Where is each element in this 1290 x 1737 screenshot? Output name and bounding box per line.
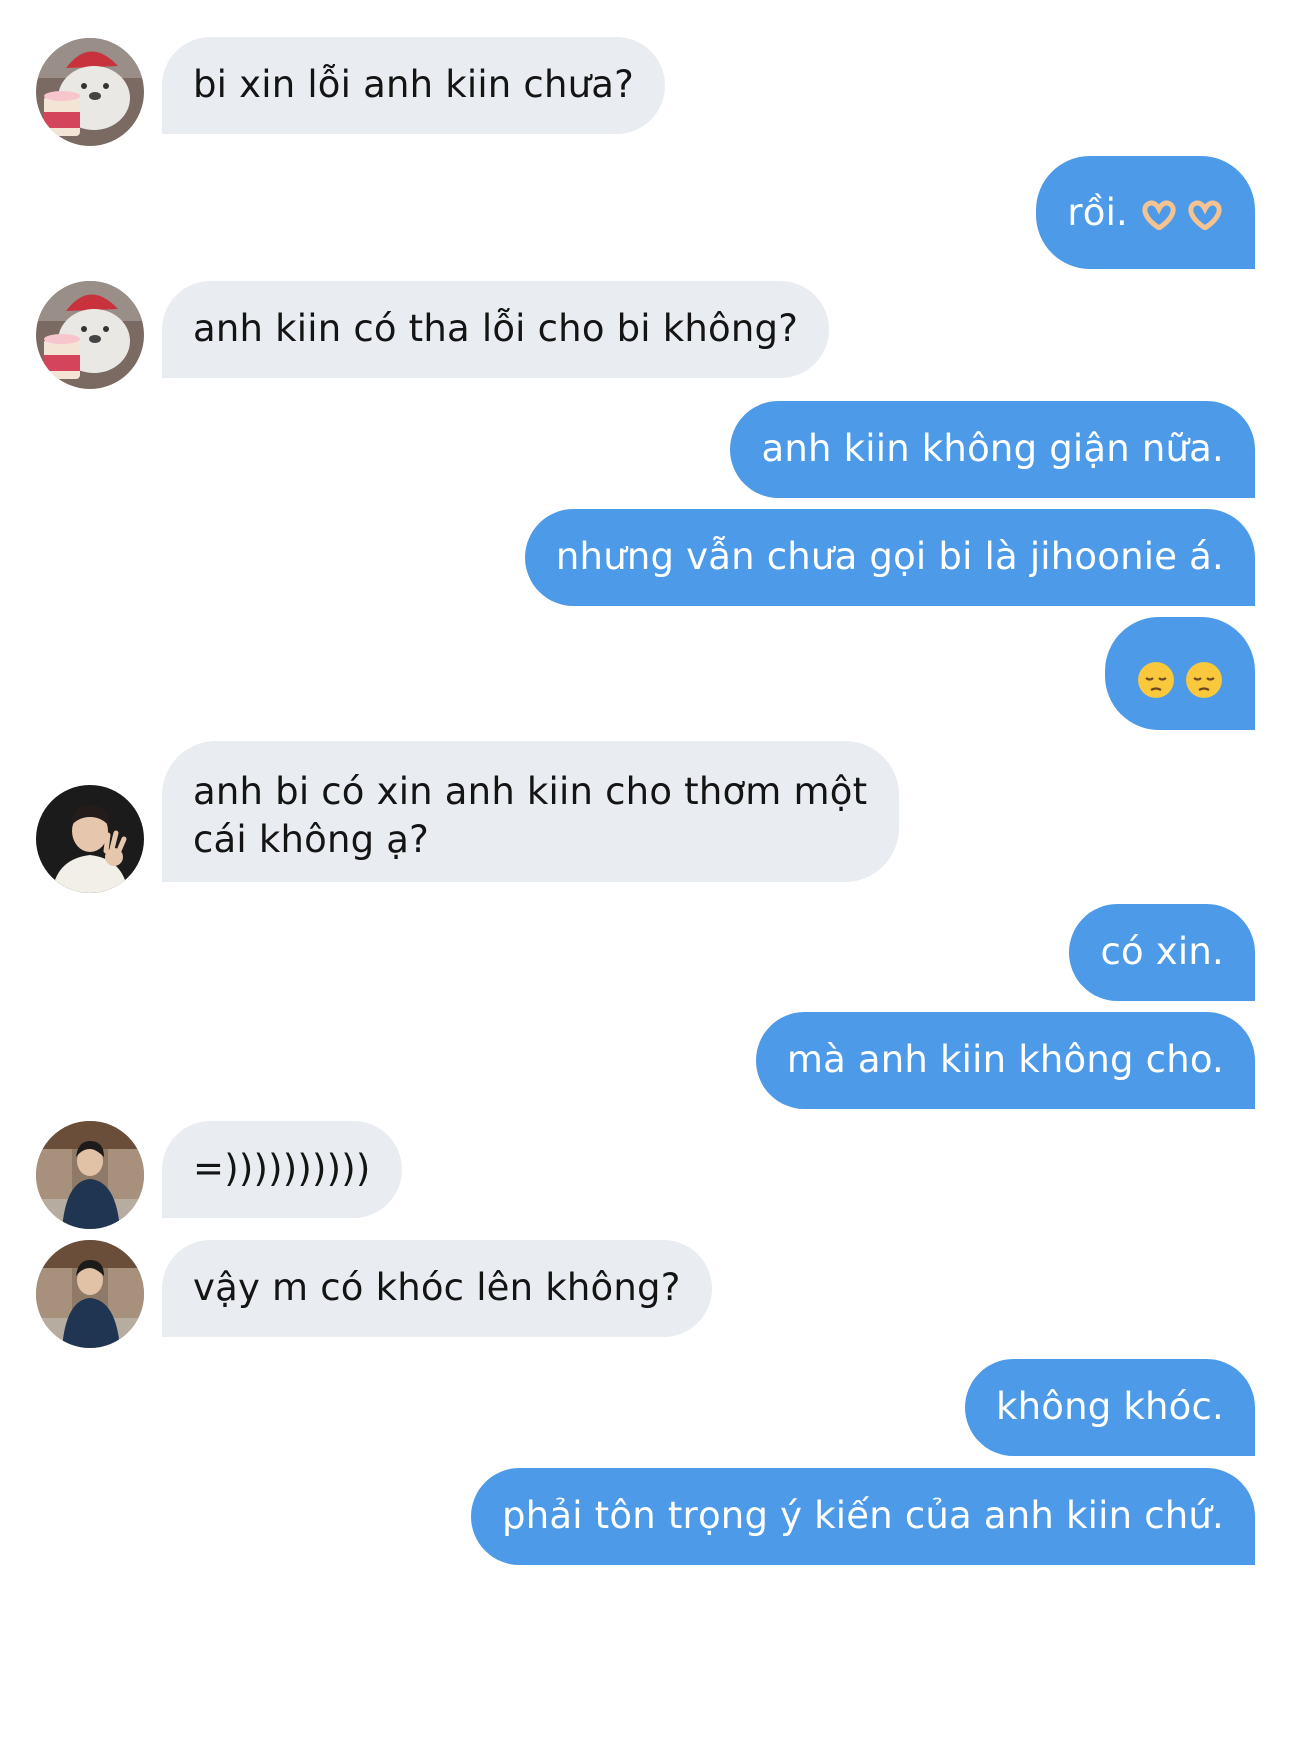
pensive-face-icon [1186,661,1222,698]
message-bubble-outgoing[interactable]: nhưng vẫn chưa gọi bi là jihoonie á. [524,509,1255,606]
man-street-avatar[interactable] [36,1240,144,1348]
message-bubble-incoming[interactable]: bi xin lỗi anh kiin chưa? [162,37,665,134]
message-text: anh bi có xin anh kiin cho thơm một cái … [193,770,868,861]
message-text: =)))))))))) [193,1147,371,1190]
pensive-face-emoji [1136,660,1224,700]
message-bubble-outgoing[interactable] [1105,617,1255,730]
man-claw-pose-avatar[interactable] [36,785,144,893]
heart-hands-icon [1142,199,1176,230]
heart-hands-emoji [1140,199,1224,230]
message-text: anh kiin không giận nữa. [761,427,1224,470]
message-text: phải tôn trọng ý kiến của anh kiin chứ. [502,1494,1224,1537]
message-bubble-incoming[interactable]: anh kiin có tha lỗi cho bi không? [162,281,830,378]
message-text: mà anh kiin không cho. [786,1038,1224,1081]
message-bubble-incoming[interactable]: =)))))))))) [162,1121,402,1218]
bear-icecream-avatar[interactable] [36,281,144,389]
message-text: không khóc. [995,1385,1224,1428]
message-bubble-outgoing[interactable]: phải tôn trọng ý kiến của anh kiin chứ. [471,1468,1255,1565]
message-bubble-outgoing[interactable]: không khóc. [964,1359,1255,1456]
message-bubble-outgoing[interactable]: mà anh kiin không cho. [755,1012,1255,1109]
message-bubble-outgoing[interactable]: rồi. [1036,156,1255,269]
message-text: bi xin lỗi anh kiin chưa? [193,63,634,106]
man-street-avatar[interactable] [36,1121,144,1229]
message-bubble-outgoing[interactable]: có xin. [1069,904,1255,1001]
message-text: vậy m có khóc lên không? [193,1266,681,1309]
message-bubble-incoming[interactable]: vậy m có khóc lên không? [162,1240,712,1337]
heart-hands-icon [1188,199,1222,230]
pensive-face-icon [1138,661,1174,698]
message-bubble-outgoing[interactable]: anh kiin không giận nữa. [730,401,1255,498]
bear-icecream-avatar[interactable] [36,38,144,146]
message-bubble-incoming[interactable]: anh bi có xin anh kiin cho thơm một cái … [162,741,899,882]
message-text: rồi. [1067,191,1129,234]
message-text: có xin. [1100,930,1224,973]
message-text: anh kiin có tha lỗi cho bi không? [193,307,799,350]
message-text: nhưng vẫn chưa gọi bi là jihoonie á. [555,535,1224,578]
